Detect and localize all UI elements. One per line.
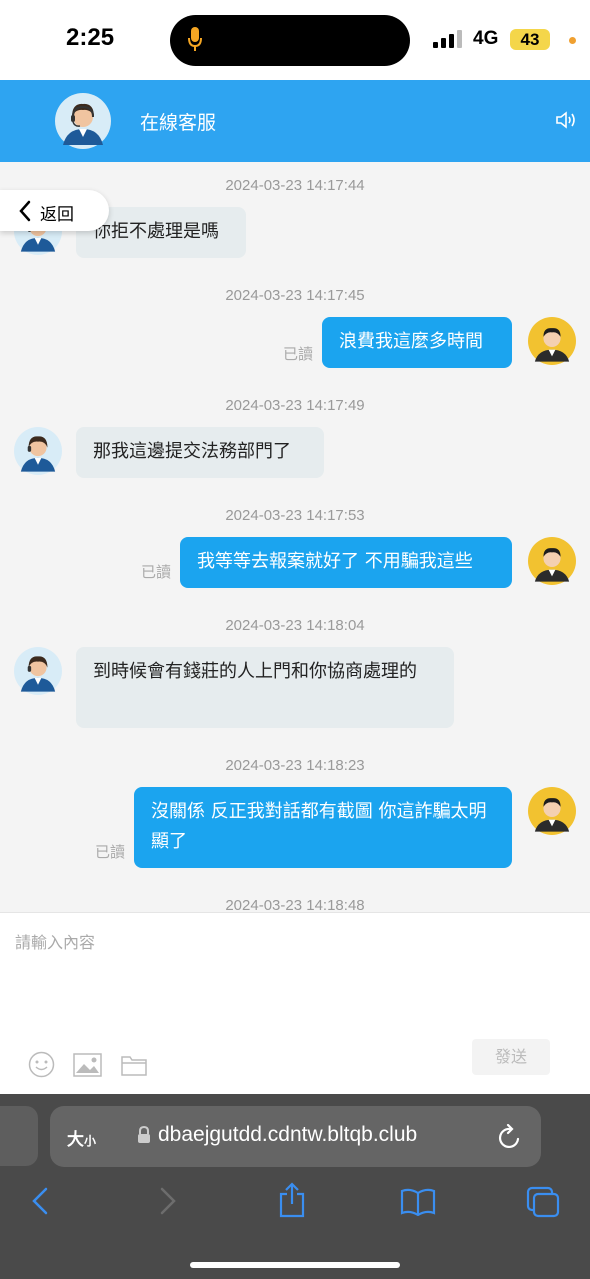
- previous-tab[interactable]: [0, 1106, 38, 1166]
- agent-avatar-icon: [14, 427, 62, 475]
- message-input[interactable]: 請輸入內容: [15, 929, 95, 953]
- text-size-small: 小: [84, 1134, 97, 1148]
- user-avatar-icon: [528, 317, 576, 365]
- read-receipt: 已讀: [95, 843, 126, 861]
- url-text: dbaejgutdd.cdntw.bltqb.club: [158, 1123, 418, 1146]
- reload-icon[interactable]: [498, 1124, 522, 1150]
- incoming-message: 那我這邊提交法務部門了: [76, 427, 324, 478]
- agent-avatar-icon: [55, 93, 111, 149]
- signal-icon: [433, 30, 463, 48]
- back-button[interactable]: 返回: [0, 190, 109, 231]
- header-title: 在線客服: [140, 112, 217, 134]
- agent-avatar-icon: [14, 647, 62, 695]
- message-timestamp: 2024-03-23 14:17:45: [225, 287, 365, 304]
- dynamic-island: [170, 15, 410, 66]
- message-composer[interactable]: 請輸入內容 發送: [0, 912, 590, 1094]
- chevron-left-icon: [19, 200, 31, 222]
- chat-header: 在線客服: [0, 80, 590, 162]
- back-arrow-icon[interactable]: [30, 1186, 50, 1216]
- microphone-icon: [188, 27, 202, 51]
- chat-messages[interactable]: 2024-03-23 14:17:44 你拒不處理是嗎 2024-03-23 1…: [0, 162, 590, 912]
- read-receipt: 已讀: [141, 563, 172, 581]
- message-timestamp: 2024-03-23 14:17:53: [225, 507, 365, 524]
- message-timestamp: 2024-03-23 14:18:04: [225, 617, 365, 634]
- tabs-icon[interactable]: [526, 1186, 560, 1218]
- back-label: 返回: [40, 205, 74, 225]
- outgoing-message: 沒關係 反正我對話都有截圖 你這詐騙太明顯了: [134, 787, 512, 868]
- send-button[interactable]: 發送: [472, 1039, 550, 1075]
- message-timestamp: 2024-03-23 14:18:23: [225, 757, 365, 774]
- user-avatar-icon: [528, 537, 576, 585]
- forward-arrow-icon[interactable]: [158, 1186, 178, 1216]
- share-icon[interactable]: [278, 1182, 306, 1218]
- bookmarks-icon[interactable]: [400, 1188, 436, 1216]
- outgoing-message: 浪費我這麼多時間: [322, 317, 512, 368]
- emoji-icon[interactable]: [28, 1051, 55, 1078]
- text-size-button[interactable]: 大小: [67, 1125, 96, 1150]
- browser-toolbar: 大小 dbaejgutdd.cdntw.bltqb.club: [0, 1094, 590, 1279]
- network-type: 4G: [473, 28, 499, 49]
- image-icon[interactable]: [73, 1053, 102, 1077]
- status-bar: 2:25 4G 43: [0, 0, 590, 80]
- read-receipt: 已讀: [283, 345, 314, 363]
- outgoing-message: 我等等去報案就好了 不用騙我這些: [180, 537, 512, 588]
- user-avatar-icon: [528, 787, 576, 835]
- folder-icon[interactable]: [121, 1054, 147, 1076]
- status-time: 2:25: [66, 24, 115, 51]
- speaker-icon[interactable]: [555, 110, 577, 130]
- text-size-large: 大: [67, 1130, 84, 1150]
- battery-indicator: 43: [510, 29, 550, 50]
- lock-icon: [138, 1126, 150, 1143]
- address-bar[interactable]: 大小 dbaejgutdd.cdntw.bltqb.club: [50, 1106, 541, 1167]
- privacy-dot: [569, 37, 576, 44]
- incoming-message: 到時候會有錢莊的人上門和你協商處理的: [76, 647, 454, 728]
- home-indicator: [190, 1262, 400, 1268]
- message-timestamp: 2024-03-23 14:18:48: [225, 897, 365, 912]
- message-timestamp: 2024-03-23 14:17:49: [225, 397, 365, 414]
